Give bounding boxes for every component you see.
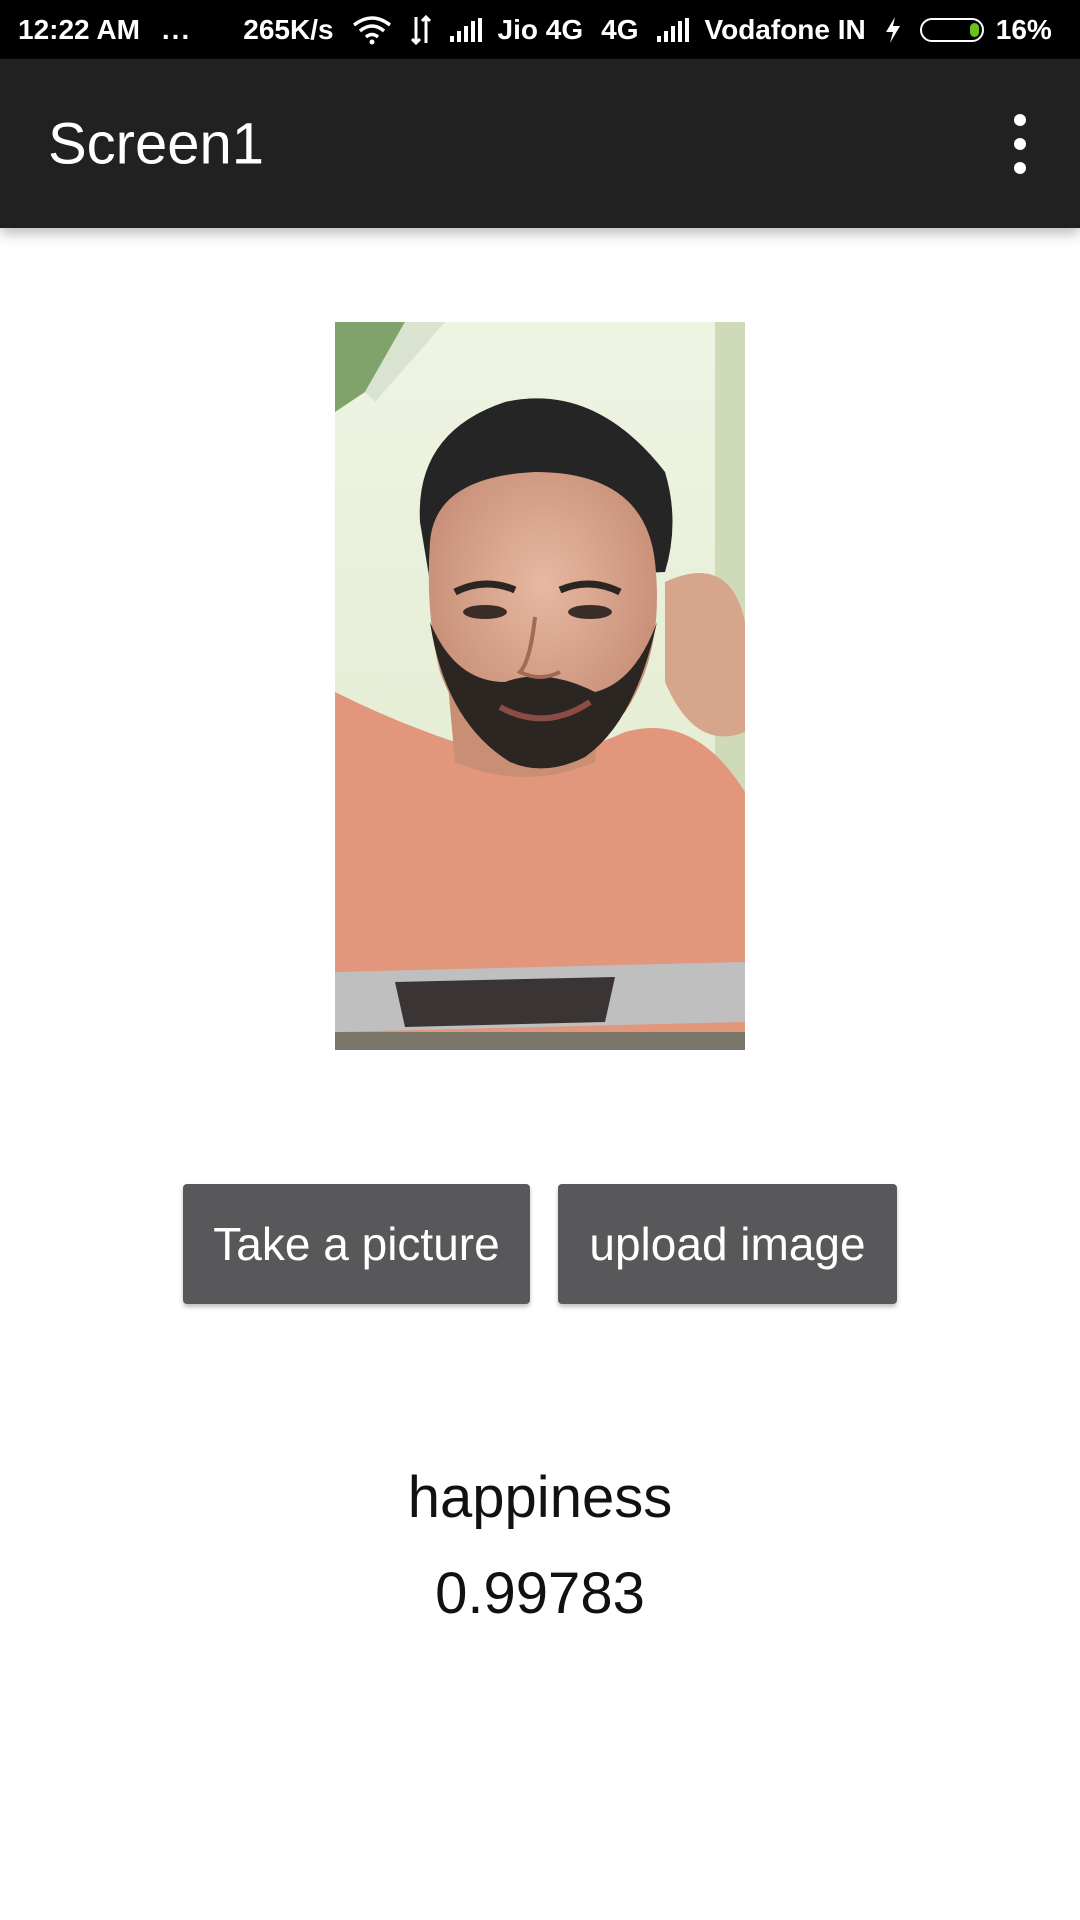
take-picture-button[interactable]: Take a picture — [183, 1184, 530, 1304]
battery-fill — [969, 22, 979, 37]
status-network-speed: 265K/s — [243, 13, 334, 45]
signal-icon — [656, 17, 689, 42]
result-value: 0.99783 — [435, 1561, 645, 1626]
battery-percent: 16% — [995, 13, 1052, 45]
charging-icon — [884, 16, 902, 44]
signal-icon — [449, 17, 482, 42]
wifi-icon — [352, 15, 392, 45]
carrier-name-1: Jio 4G — [497, 13, 584, 45]
network-type: 4G — [601, 13, 639, 45]
result-label: happiness — [407, 1465, 673, 1530]
app-title: Screen1 — [48, 111, 265, 176]
data-transfer-icon — [410, 14, 432, 45]
more-vert-icon[interactable] — [1008, 113, 1032, 174]
carrier-name-2: Vodafone IN — [704, 13, 866, 45]
upload-image-button[interactable]: upload image — [558, 1184, 897, 1304]
selfie-photo — [335, 322, 745, 1050]
status-time: 12:22 AM — [18, 13, 140, 45]
app-bar: Screen1 — [0, 59, 1080, 228]
status-notification-dots: ... — [161, 13, 192, 45]
status-bar: 12:22 AM ... 265K/s Jio 4G 4G Vodafone I… — [0, 0, 1080, 59]
battery-icon — [919, 17, 984, 42]
